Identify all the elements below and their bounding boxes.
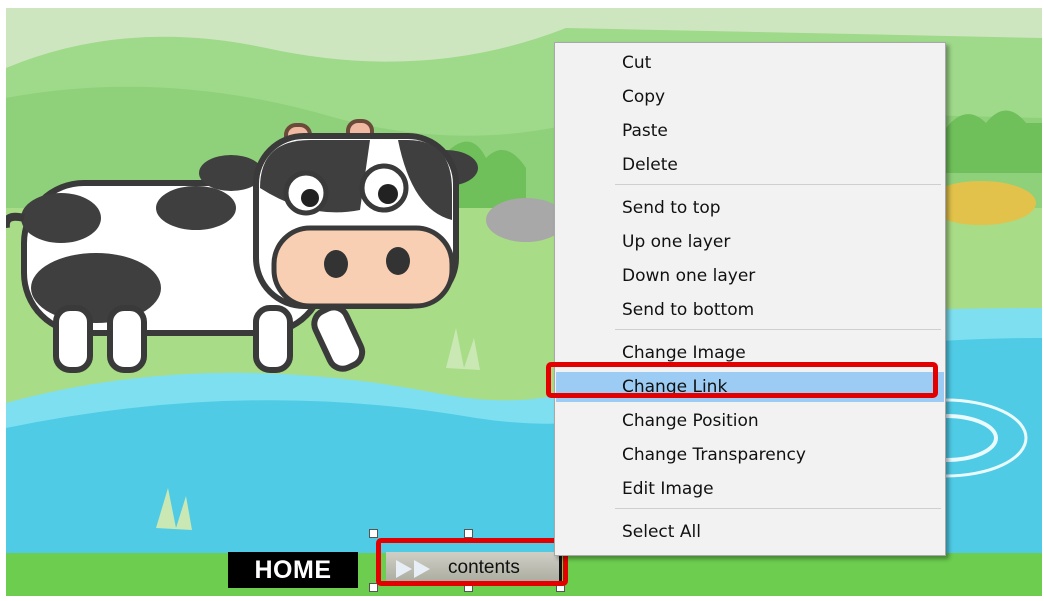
- menu-separator: [615, 329, 941, 330]
- menu-item-edit-image[interactable]: Edit Image: [556, 474, 944, 504]
- menu-item-change-transparency[interactable]: Change Transparency: [556, 440, 944, 470]
- menu-item-cut[interactable]: Cut: [556, 48, 944, 78]
- menu-separator: [615, 508, 941, 509]
- contents-button-callout: [376, 538, 568, 586]
- selection-handle-top-middle[interactable]: [464, 529, 473, 538]
- menu-item-change-position[interactable]: Change Position: [556, 406, 944, 436]
- menu-separator: [615, 184, 941, 185]
- menu-item-select-all[interactable]: Select All: [556, 517, 944, 547]
- change-link-callout: [546, 362, 938, 398]
- menu-item-delete[interactable]: Delete: [556, 150, 944, 180]
- menu-item-send-to-top[interactable]: Send to top: [556, 193, 944, 223]
- menu-item-up-one-layer[interactable]: Up one layer: [556, 227, 944, 257]
- context-menu: Cut Copy Paste Delete Send to top Up one…: [554, 42, 946, 556]
- menu-item-send-to-bottom[interactable]: Send to bottom: [556, 295, 944, 325]
- menu-item-paste[interactable]: Paste: [556, 116, 944, 146]
- menu-item-copy[interactable]: Copy: [556, 82, 944, 112]
- home-button[interactable]: HOME: [228, 552, 358, 588]
- selection-handle-top-left[interactable]: [369, 529, 378, 538]
- menu-item-down-one-layer[interactable]: Down one layer: [556, 261, 944, 291]
- slide-canvas[interactable]: HOME contents Cut Copy Paste Delete Send…: [6, 8, 1042, 596]
